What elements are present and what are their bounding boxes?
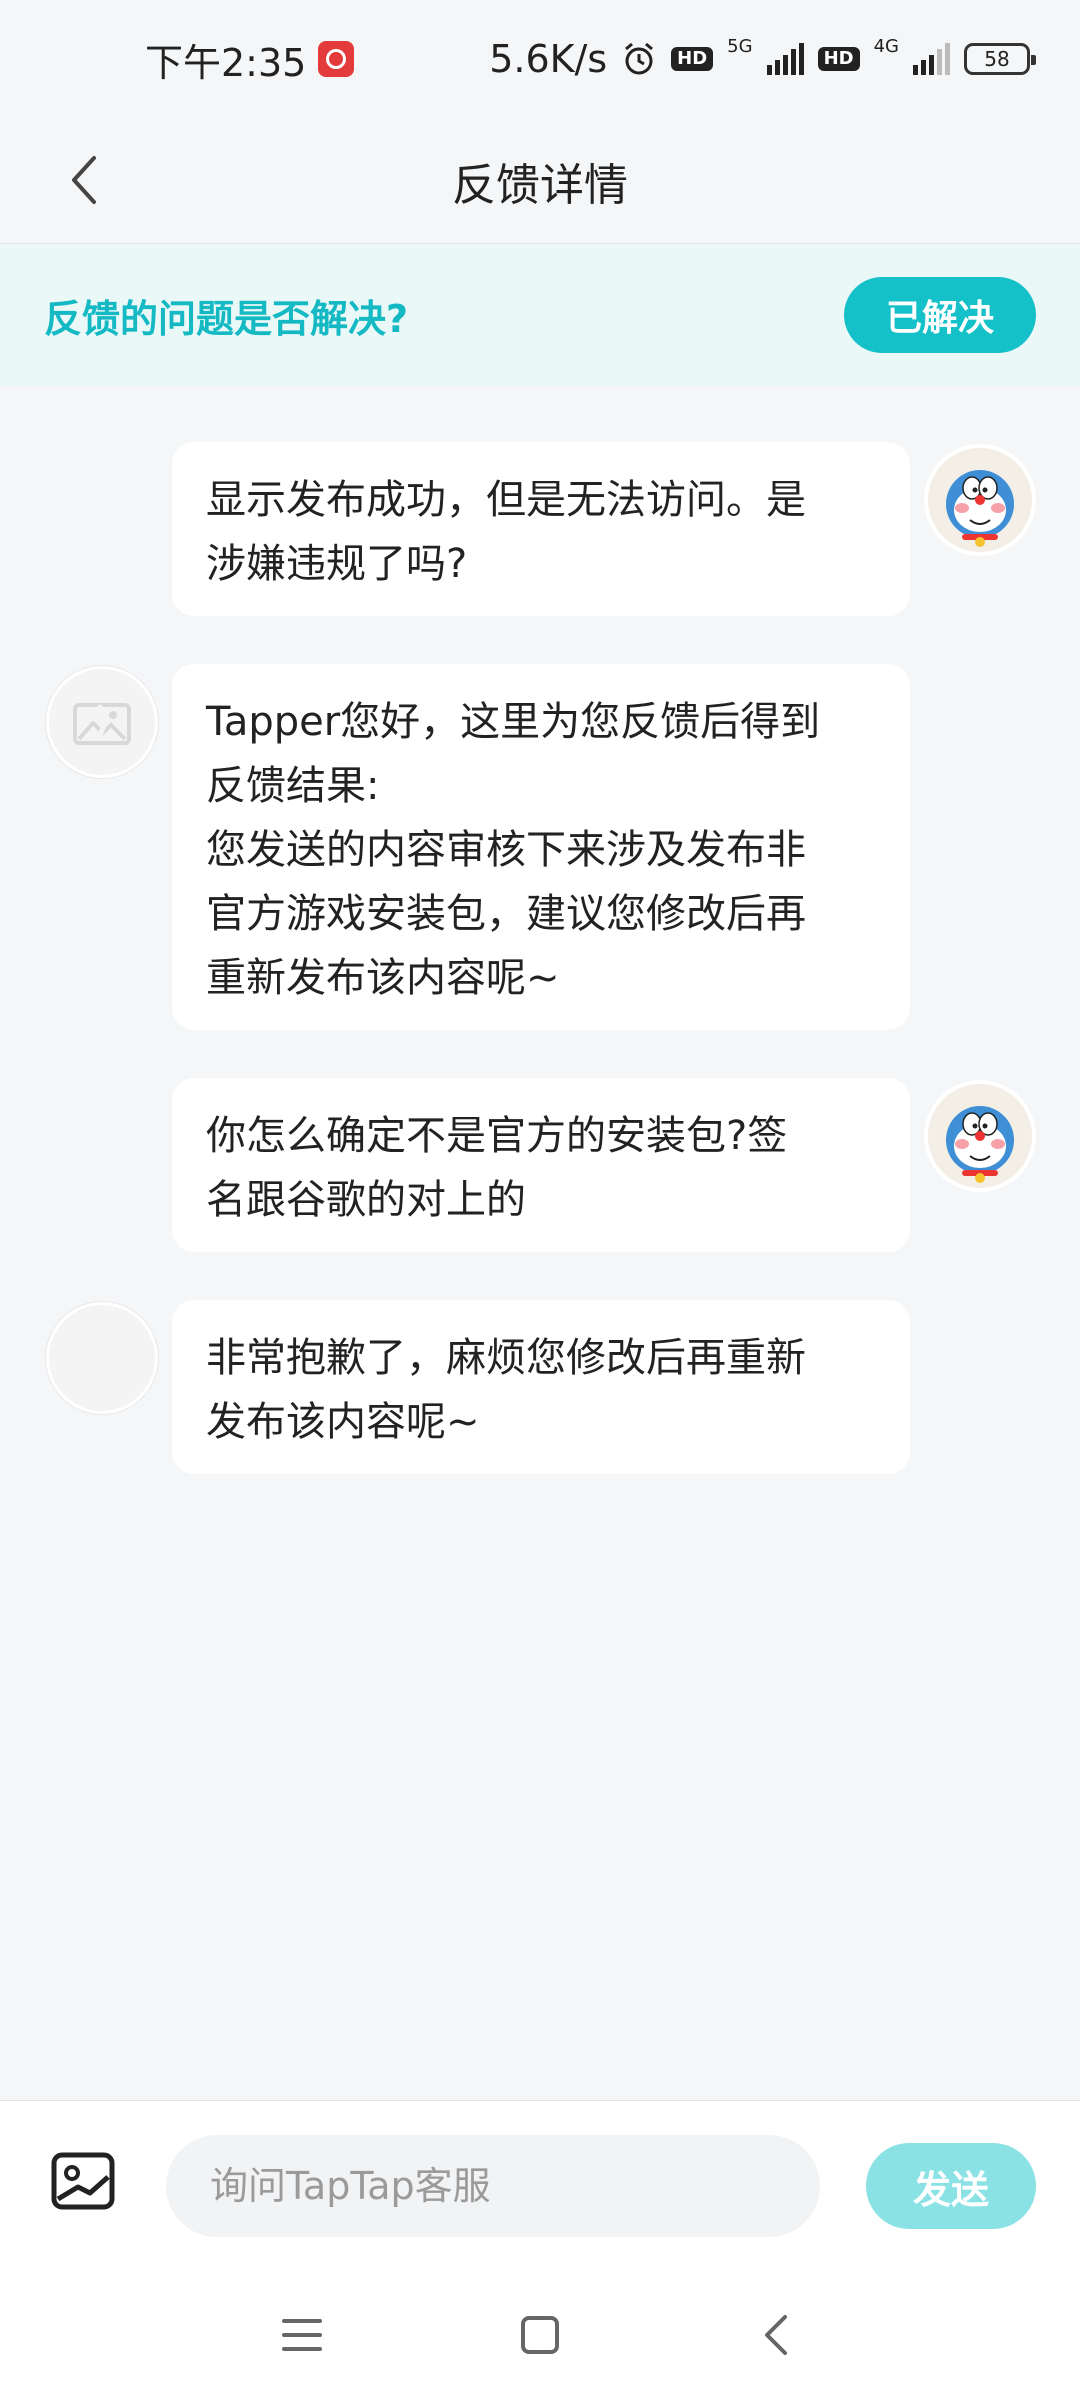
signal-icon bbox=[766, 43, 804, 75]
resolved-button[interactable]: 已解决 bbox=[844, 277, 1036, 353]
message-bubble-user: 显示发布成功，但是无法访问。是 涉嫌违规了吗? bbox=[172, 442, 910, 616]
resolve-banner: 反馈的问题是否解决? 已解决 bbox=[0, 244, 1080, 386]
status-right: 5.6K/s HD 5G HD 4G 58 bbox=[489, 36, 1036, 81]
message-bubble-service: Tapper您好，这里为您反馈后得到 反馈结果: 您发送的内容审核下来涉及发布非… bbox=[172, 664, 910, 1030]
image-upload-button[interactable] bbox=[50, 2151, 116, 2211]
square-icon bbox=[521, 2316, 559, 2354]
menu-icon bbox=[282, 2319, 322, 2351]
service-avatar[interactable] bbox=[46, 1302, 158, 1414]
header: 反馈详情 bbox=[0, 118, 1080, 244]
doraemon-avatar-icon bbox=[928, 448, 1032, 552]
status-time: 下午2:35 bbox=[145, 40, 307, 85]
user-avatar[interactable] bbox=[924, 444, 1036, 556]
hd-badge: HD bbox=[671, 47, 714, 71]
nav-menu-button[interactable] bbox=[262, 2300, 342, 2370]
service-avatar[interactable] bbox=[46, 666, 158, 778]
netease-music-icon bbox=[318, 41, 355, 77]
net-speed: 5.6K/s bbox=[489, 37, 608, 81]
battery-level: 58 bbox=[984, 47, 1010, 71]
chat-area: 显示发布成功，但是无法访问。是 涉嫌违规了吗? Tapper您好，这里为您反馈后… bbox=[0, 386, 1080, 2100]
hd-badge-2: HD bbox=[817, 47, 860, 71]
signal-icon-2 bbox=[913, 43, 950, 75]
user-avatar[interactable] bbox=[924, 1080, 1036, 1192]
system-nav-bar bbox=[0, 2270, 1080, 2400]
resolve-question: 反馈的问题是否解决? bbox=[44, 296, 409, 341]
message-bubble-service: 非常抱歉了，麻烦您修改后再重新 发布该内容呢~ bbox=[172, 1300, 910, 1474]
broken-image-icon bbox=[73, 703, 131, 745]
input-bar: 发送 bbox=[0, 2100, 1080, 2272]
back-icon bbox=[765, 2315, 787, 2355]
page-title: 反馈详情 bbox=[452, 159, 628, 211]
status-left: 下午2:35 bbox=[145, 32, 355, 87]
feedback-detail-page: 下午2:35 5.6K/s HD 5G HD 4G 58 反馈详情 反馈的问题是… bbox=[0, 0, 1080, 2400]
send-button[interactable]: 发送 bbox=[866, 2143, 1036, 2229]
alarm-icon bbox=[625, 42, 654, 75]
network-type-1: 5G bbox=[727, 36, 753, 57]
nav-back-button[interactable] bbox=[736, 2300, 816, 2370]
network-type-2: 4G bbox=[873, 36, 899, 57]
back-button[interactable] bbox=[44, 140, 124, 220]
image-icon bbox=[51, 2152, 115, 2210]
doraemon-avatar-icon bbox=[928, 1084, 1032, 1188]
message-input[interactable] bbox=[166, 2135, 820, 2237]
nav-home-button[interactable] bbox=[500, 2300, 580, 2370]
message-bubble-user: 你怎么确定不是官方的安装包?签 名跟谷歌的对上的 bbox=[172, 1078, 910, 1252]
chevron-left-icon bbox=[72, 156, 96, 204]
status-bar: 下午2:35 5.6K/s HD 5G HD 4G 58 bbox=[0, 0, 1080, 118]
battery-icon: 58 bbox=[964, 43, 1036, 75]
